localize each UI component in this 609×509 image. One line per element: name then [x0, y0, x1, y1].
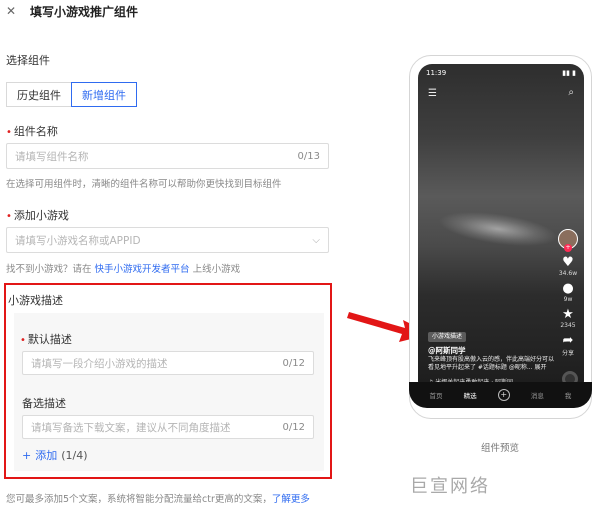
game-select[interactable]: 请填写小游戏名称或APPID ⌵: [6, 227, 329, 253]
component-name-placeholder: 请填写组件名称: [15, 150, 89, 163]
watermark: 巨宣网络: [410, 476, 490, 497]
wave-image: [436, 205, 560, 253]
alt-desc-placeholder: 请填写备选下载文案，建议从不同角度描述: [31, 421, 231, 434]
comment-action: ● 9w: [557, 281, 579, 304]
new-component-button[interactable]: 新增组件: [71, 82, 137, 107]
game-description-label: 小游戏描述: [8, 294, 63, 307]
add-description-button[interactable]: + 添加 (1/4): [22, 447, 88, 463]
follow-plus-icon: +: [564, 244, 572, 252]
alt-desc-label: 备选描述: [22, 397, 66, 410]
component-type-selector: 历史组件 新增组件: [6, 82, 137, 107]
default-desc-label: 默认描述: [20, 331, 72, 347]
chevron-down-icon: ⌵: [312, 234, 320, 246]
video-description: 飞来峰顶有股高傲入云的感，伴此高端好分可以看见地平升起来了 #话题标题 @昵称.…: [428, 356, 555, 371]
plus-icon: +: [22, 449, 32, 462]
phone-preview: 11:39 ▮▮ ▮ ☰ ⌕ + ♥ 34.6w ● 9w ★ 2345 ➦ 分…: [409, 55, 592, 419]
default-desc-placeholder: 请填写一段介绍小游戏的描述: [31, 357, 168, 370]
nav-home: 首页: [429, 392, 443, 400]
nav-plus-icon: +: [497, 389, 510, 401]
like-action: ♥ 34.6w: [558, 255, 578, 278]
add-game-hint: 找不到小游戏？请在 快手小游戏开发者平台 上线小游戏: [6, 264, 241, 275]
component-name-input[interactable]: 请填写组件名称 0/13: [6, 143, 329, 169]
game-select-placeholder: 请填写小游戏名称或APPID: [15, 234, 141, 247]
dialog-title: 填写小游戏推广组件: [30, 4, 139, 19]
footer-note: 您可最多添加5个文案，系统将智能分配流量给ctr更高的文案，了解更多: [6, 494, 310, 505]
developer-platform-link[interactable]: 快手小游戏开发者平台: [95, 264, 190, 275]
dialog-header: ✕ 填写小游戏推广组件: [0, 0, 609, 22]
phone-screen: 11:39 ▮▮ ▮ ☰ ⌕ + ♥ 34.6w ● 9w ★ 2345 ➦ 分…: [418, 64, 584, 395]
add-game-label: 添加小游戏: [6, 207, 69, 223]
preview-caption: 组件预览: [481, 443, 520, 454]
alt-desc-input[interactable]: 请填写备选下载文案，建议从不同角度描述 0/12: [22, 415, 314, 439]
status-time: 11:39: [426, 69, 447, 77]
comment-icon: ●: [562, 281, 574, 296]
description-count: (1/4): [61, 449, 88, 462]
favorite-action: ★ 2345: [557, 307, 579, 330]
component-name-hint: 在选择可用组件时，清晰的组件名称可以帮助你更快找到目标组件: [6, 179, 282, 190]
learn-more-link[interactable]: 了解更多: [272, 494, 310, 505]
game-description-section: 小游戏描述 默认描述 请填写一段介绍小游戏的描述 0/12 备选描述 请填写备选…: [4, 283, 332, 479]
game-tag: 小游戏描述: [428, 332, 467, 342]
game-description-panel: 默认描述 请填写一段介绍小游戏的描述 0/12 备选描述 请填写备选下载文案，建…: [14, 313, 324, 471]
nav-featured: 精选: [463, 392, 477, 400]
history-component-button[interactable]: 历史组件: [6, 82, 72, 107]
alt-desc-counter: 0/12: [282, 421, 305, 433]
menu-icon: ☰: [428, 88, 437, 99]
nav-messages: 消息: [530, 392, 544, 400]
choose-component-label: 选择组件: [6, 54, 50, 67]
star-icon: ★: [562, 307, 574, 322]
search-icon: ⌕: [568, 87, 574, 98]
video-author: @阿斯同学: [428, 346, 466, 355]
close-icon[interactable]: ✕: [6, 4, 20, 18]
status-icons: ▮▮ ▮: [562, 69, 576, 77]
default-desc-input[interactable]: 请填写一段介绍小游戏的描述 0/12: [22, 351, 314, 375]
nav-me: 我: [564, 392, 572, 400]
share-action: ➦ 分享: [557, 333, 579, 358]
default-desc-counter: 0/12: [282, 357, 305, 369]
phone-bottom-nav: 首页 精选 + 消息 我: [409, 382, 592, 408]
heart-icon: ♥: [562, 255, 574, 270]
component-name-label: 组件名称: [6, 123, 58, 139]
component-name-counter: 0/13: [297, 150, 320, 162]
share-icon: ➦: [562, 333, 574, 348]
